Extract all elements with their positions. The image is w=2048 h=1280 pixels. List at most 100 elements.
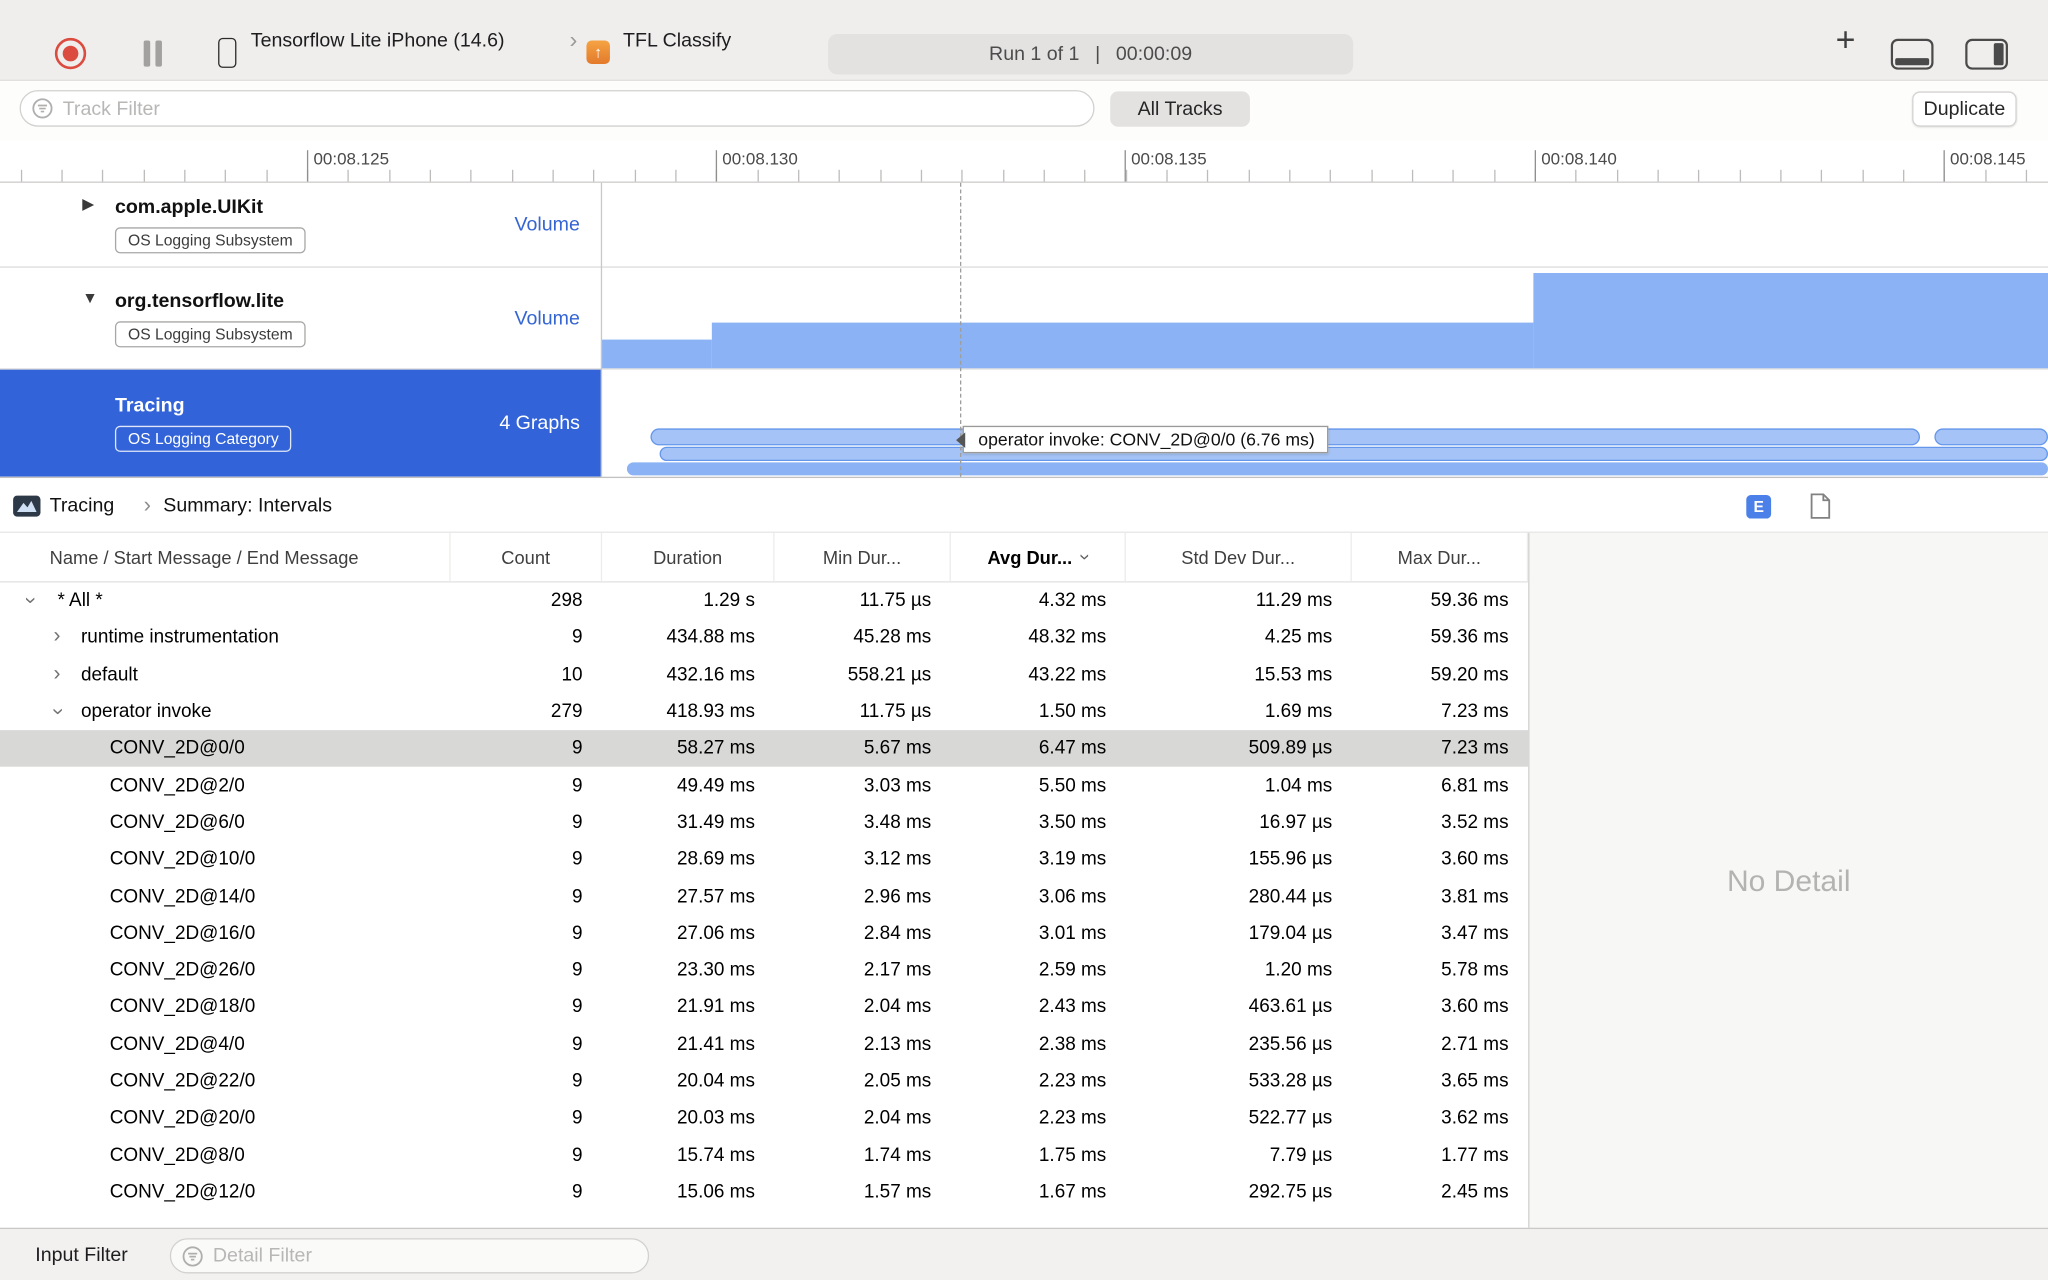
expand-chevron-icon[interactable]: › (54, 626, 61, 648)
table-row[interactable]: CONV_2D@4/0 9 21.41 ms 2.13 ms 2.38 ms 235.56… (0, 1026, 1528, 1063)
column-header-label: Name / Start Message / End Message (49, 546, 359, 568)
cell-min: 11.75 µs (859, 701, 932, 723)
uikit-lane[interactable] (601, 183, 2048, 267)
track-row-uikit[interactable]: ▶ com.apple.UIKit OS Logging Subsystem V… (0, 182, 2048, 268)
row-name-label: CONV_2D@16/0 (109, 923, 256, 945)
ruler-tick (1002, 169, 1004, 182)
timeline-ruler[interactable]: 00:08.125 00:08.130 00:08.135 00:08.140 00:0… (0, 141, 2048, 183)
cell-std: 15.53 ms (1254, 664, 1333, 686)
table-row[interactable]: CONV_2D@12/0 9 15.06 ms 1.57 ms 1.67 ms 292.7… (0, 1174, 1528, 1211)
pane-splitter[interactable] (1528, 532, 1530, 1228)
cell-count: 298 (550, 590, 583, 612)
interval-bar[interactable] (1934, 428, 2048, 446)
tracing-lane[interactable] (601, 370, 2048, 477)
all-tracks-label: All Tracks (1137, 97, 1223, 121)
cell-count: 9 (571, 960, 583, 982)
ruler-tick (1289, 169, 1291, 182)
duplicate-button[interactable]: Duplicate (1912, 91, 2017, 127)
cell-max: 3.62 ms (1441, 1107, 1509, 1129)
add-instrument-button[interactable]: + (1826, 20, 1865, 59)
track-header-selected[interactable]: Tracing OS Logging Category 4 Graphs (0, 369, 601, 477)
run-label: Run 1 of 1 (989, 43, 1080, 66)
column-header-avg[interactable]: Avg Dur... › (951, 532, 1126, 582)
cell-min: 2.05 ms (863, 1071, 932, 1092)
cell-duration: 28.69 ms (677, 849, 755, 871)
column-header-duration[interactable]: Duration (602, 532, 775, 582)
volume-lane-content[interactable] (600, 268, 2048, 369)
track-meta[interactable]: Volume (515, 214, 580, 236)
run-separator: | (1095, 43, 1101, 66)
iphone-device-icon (218, 37, 237, 68)
row-name-label: CONV_2D@8/0 (109, 1144, 245, 1166)
track-header[interactable]: ▼ org.tensorflow.lite OS Logging Subsyst… (0, 268, 601, 369)
cell-min: 2.04 ms (863, 997, 932, 1018)
ruler-tick (1821, 169, 1823, 182)
track-filter-input[interactable] (19, 90, 1095, 127)
breadcrumb-chevron-icon: › (143, 491, 152, 517)
track-row-tracing[interactable]: Tracing OS Logging Category 4 Graphs (0, 369, 2048, 477)
table-row[interactable]: CONV_2D@6/0 9 31.49 ms 3.48 ms 3.50 ms 16.97 … (0, 804, 1528, 841)
ruler-tick (634, 169, 636, 182)
row-name-label: default (80, 664, 138, 686)
column-header-max[interactable]: Max Dur... (1352, 532, 1529, 582)
table-row[interactable]: CONV_2D@16/0 9 27.06 ms 2.84 ms 3.01 ms 179.0… (0, 915, 1528, 952)
interval-tooltip-text: operator invoke: CONV_2D@0/0 (6.76 ms) (978, 429, 1315, 450)
table-row[interactable]: CONV_2D@18/0 9 21.91 ms 2.04 ms 2.43 ms 463.6… (0, 989, 1528, 1026)
cell-avg: 48.32 ms (1028, 627, 1107, 649)
row-name-label: CONV_2D@14/0 (109, 886, 256, 908)
column-header-count[interactable]: Count (451, 532, 603, 582)
all-tracks-button[interactable]: All Tracks (1110, 91, 1250, 127)
disclosure-triangle-icon[interactable]: ▼ (82, 288, 98, 306)
cell-avg: 1.67 ms (1038, 1181, 1107, 1203)
input-filter-label[interactable]: Input Filter (35, 1243, 128, 1265)
expand-chevron-icon[interactable]: › (54, 663, 61, 685)
row-name-label: operator invoke (80, 701, 212, 723)
track-header-divider[interactable] (600, 182, 603, 477)
cell-name: CONV_2D@6/0 (0, 804, 451, 841)
table-row[interactable]: CONV_2D@8/0 9 15.74 ms 1.74 ms 1.75 ms 7.79 µ… (0, 1137, 1528, 1174)
pause-button[interactable] (143, 40, 165, 67)
toggle-bottom-pane-button[interactable] (1890, 38, 1934, 71)
disclosure-triangle-icon[interactable]: ▶ (82, 195, 94, 213)
record-button[interactable] (54, 37, 87, 70)
table-row[interactable]: CONV_2D@22/0 9 20.04 ms 2.05 ms 2.23 ms 533.2… (0, 1063, 1528, 1100)
column-header-name[interactable]: Name / Start Message / End Message (0, 532, 451, 582)
collapse-chevron-icon[interactable]: › (47, 708, 69, 715)
table-row[interactable]: CONV_2D@2/0 9 49.49 ms 3.03 ms 5.50 ms 1.04 m… (0, 767, 1528, 804)
collapse-chevron-icon[interactable]: › (19, 597, 41, 604)
column-header-min[interactable]: Min Dur... (775, 532, 951, 582)
track-meta[interactable]: 4 Graphs (499, 412, 580, 434)
cell-name: › * All * (0, 583, 451, 620)
run-status: Run 1 of 1 | 00:00:09 (828, 33, 1354, 75)
toggle-right-pane-button[interactable] (1964, 38, 2008, 71)
interval-bar[interactable] (659, 446, 2048, 462)
cell-avg: 1.50 ms (1038, 701, 1107, 723)
table-row[interactable]: › * All * 298 1.29 s 11.75 µs 4.32 ms 11.29 ms… (0, 583, 1528, 620)
ruler-tick (61, 169, 63, 182)
breadcrumb-instrument[interactable]: Tracing (50, 494, 115, 516)
interval-bar[interactable] (626, 462, 2048, 476)
table-row[interactable]: CONV_2D@14/0 9 27.57 ms 2.96 ms 3.06 ms 280.4… (0, 878, 1528, 915)
table-row[interactable]: CONV_2D@20/0 9 20.03 ms 2.04 ms 2.23 ms 522.7… (0, 1100, 1528, 1137)
column-header-std[interactable]: Std Dev Dur... (1126, 532, 1352, 582)
cell-duration: 27.57 ms (677, 886, 755, 908)
table-row[interactable]: CONV_2D@0/0 9 58.27 ms 5.67 ms 6.47 ms 509.89… (0, 730, 1529, 768)
extended-detail-button[interactable]: E (1746, 495, 1772, 519)
breadcrumb-view[interactable]: Summary: Intervals (163, 494, 332, 516)
detail-filter-input[interactable] (169, 1238, 650, 1274)
table-row[interactable]: › operator invoke 279 418.93 ms 11.75 µs 1.50… (0, 693, 1528, 730)
track-meta[interactable]: Volume (515, 307, 580, 329)
track-header[interactable]: ▶ com.apple.UIKit OS Logging Subsystem V… (0, 183, 601, 267)
document-button[interactable] (1809, 492, 1831, 526)
table-row[interactable]: CONV_2D@26/0 9 23.30 ms 2.17 ms 2.59 ms 1.20 … (0, 952, 1528, 989)
cell-std: 463.61 µs (1248, 997, 1333, 1018)
table-row[interactable]: › default 10 432.16 ms 558.21 µs 43.22 ms 15.5… (0, 656, 1528, 693)
process-name[interactable]: TFL Classify (623, 29, 731, 51)
device-name[interactable]: Tensorflow Lite iPhone (14.6) (251, 29, 505, 51)
cell-count: 9 (571, 923, 583, 945)
ruler-tick (429, 169, 432, 182)
track-row-tensorflow[interactable]: ▼ org.tensorflow.lite OS Logging Subsyst… (0, 267, 2048, 370)
ruler-tick (388, 169, 391, 182)
table-row[interactable]: CONV_2D@10/0 9 28.69 ms 3.12 ms 3.19 ms 155.9… (0, 841, 1528, 878)
table-row[interactable]: › runtime instrumentation 9 434.88 ms 45.28 … (0, 619, 1528, 656)
